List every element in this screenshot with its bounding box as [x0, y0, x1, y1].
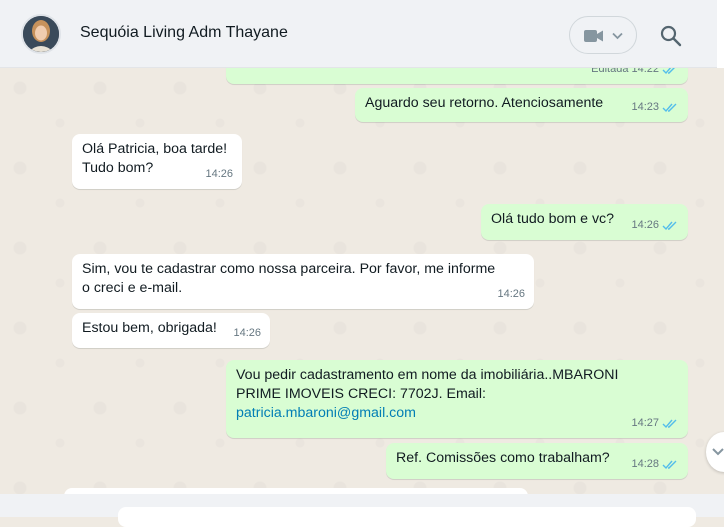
message-text: Olá tudo bom e vc?: [491, 211, 615, 227]
message-text: Estou bem, obrigada!: [82, 320, 217, 336]
message-list[interactable]: Editada 14:22 Aguardo seu retorno. Atenc…: [0, 68, 724, 494]
read-ticks-icon: [662, 103, 677, 113]
read-ticks-icon: [662, 460, 677, 470]
scroll-down-button[interactable]: [706, 432, 724, 472]
message-meta: Editada 14:22: [591, 68, 679, 79]
message-time: 14:26: [205, 168, 233, 180]
message-meta: 14:26: [497, 285, 525, 304]
header-edge: [717, 0, 724, 68]
video-call-button[interactable]: [569, 16, 637, 54]
message-input[interactable]: [118, 507, 696, 527]
message-bubble-incoming[interactable]: Sim, vou te cadastrar como nossa parceir…: [72, 254, 534, 309]
message-time: 14:22: [631, 68, 659, 75]
message-text: Vou pedir cadastramento em nome da imobi…: [236, 367, 619, 383]
message-time: 14:26: [497, 288, 525, 300]
chat-header: Sequóia Living Adm Thayane: [0, 0, 724, 68]
message-meta: 14:23: [631, 98, 679, 117]
message-time: 14:26: [233, 327, 261, 339]
message-meta: 14:28: [631, 455, 679, 474]
message-time: 14:27: [631, 417, 659, 429]
message-text: Olá Patricia, boa tarde!: [82, 141, 228, 157]
message-bubble-outgoing[interactable]: Vou pedir cadastramento em nome da imobi…: [226, 360, 688, 438]
message-text: Aguardo seu retorno. Atenciosamente: [365, 95, 604, 111]
message-bubble-outgoing[interactable]: Ref. Comissões como trabalham? 14:28: [386, 443, 688, 479]
message-time: 14:26: [631, 219, 659, 231]
read-ticks-icon: [662, 221, 677, 231]
search-icon: [660, 25, 682, 47]
message-bubble-outgoing[interactable]: Aguardo seu retorno. Atenciosamente 14:2…: [355, 88, 688, 122]
message-text: Ref. Comissões como trabalham?: [396, 450, 610, 466]
read-ticks-icon: [662, 419, 677, 429]
chevron-down-icon: [712, 448, 724, 456]
message-time: 14:28: [631, 458, 659, 470]
contact-avatar[interactable]: [21, 14, 61, 54]
contact-name[interactable]: Sequóia Living Adm Thayane: [80, 24, 288, 42]
message-meta: 14:26: [631, 216, 679, 235]
read-ticks-icon: [662, 68, 675, 75]
message-text: Sim, vou te cadastrar como nossa parceir…: [82, 261, 496, 277]
edited-label: Editada: [591, 68, 629, 75]
message-meta: 14:26: [205, 165, 233, 184]
message-bubble-outgoing[interactable]: Olá tudo bom e vc? 14:26: [481, 204, 688, 240]
message-meta: 14:26: [233, 324, 261, 343]
user-avatar-photo-icon: [23, 16, 59, 52]
message-meta: 14:27: [631, 414, 679, 433]
message-text: o creci e e-mail.: [82, 280, 183, 296]
message-bubble-outgoing[interactable]: Editada 14:22: [226, 68, 688, 84]
search-button[interactable]: [655, 20, 687, 52]
video-camera-icon: [584, 30, 623, 42]
message-time: 14:23: [631, 101, 659, 113]
message-bubble-incoming[interactable]: Estou bem, obrigada! 14:26: [72, 313, 270, 348]
email-link[interactable]: patricia.mbaroni@gmail.com: [236, 404, 678, 423]
message-text: PRIME IMOVEIS CRECI: 7702J. Email:: [236, 386, 486, 402]
message-bubble-incoming[interactable]: Olá Patricia, boa tarde! Tudo bom? 14:26: [72, 134, 242, 189]
